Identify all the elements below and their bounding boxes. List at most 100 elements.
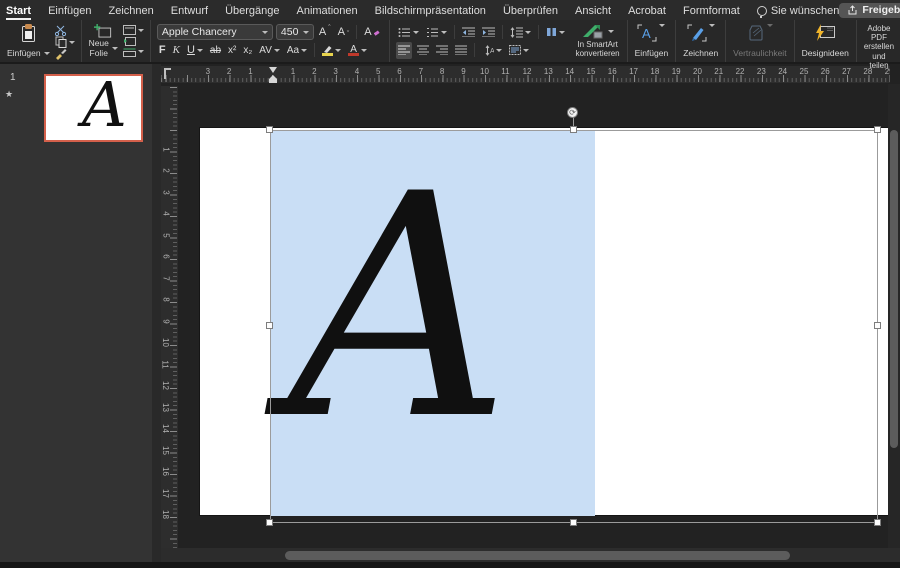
sensitivity-label: Vertraulichkeit: [733, 49, 786, 58]
text-direction-button[interactable]: A: [480, 42, 504, 59]
reset-slide-button[interactable]: [123, 36, 144, 47]
align-right-button[interactable]: [434, 42, 450, 59]
resize-handle-top-center[interactable]: [570, 126, 577, 133]
line-spacing-button[interactable]: [508, 24, 533, 41]
slide-number: 1: [10, 72, 16, 83]
slide-thumbnail[interactable]: A: [44, 74, 143, 142]
reset-slide-icon: [123, 36, 136, 46]
menu-item-formformat[interactable]: Formformat: [683, 2, 740, 19]
resize-handle-bottom-right[interactable]: [874, 519, 881, 526]
h-ruler-number: 25: [800, 67, 809, 76]
menu-item-zeichnen[interactable]: Zeichnen: [109, 2, 154, 19]
left-indent-marker[interactable]: [269, 79, 277, 83]
insert-textbox-button[interactable]: A Einfügen: [632, 22, 672, 60]
horizontal-scrollbar-thumb[interactable]: [285, 551, 790, 560]
share-label: Freigeben: [862, 4, 900, 16]
font-size-combo[interactable]: 450: [276, 24, 314, 40]
menu-item-acrobat[interactable]: Acrobat: [628, 2, 666, 19]
text-highlight-button[interactable]: [320, 42, 343, 59]
menu-item--berg-nge[interactable]: Übergänge: [225, 2, 279, 19]
sensitivity-button[interactable]: Vertraulichkeit: [730, 22, 789, 60]
shrink-font-button[interactable]: Aˇ: [336, 24, 352, 41]
copy-button[interactable]: [55, 36, 75, 48]
superscript-label: x²: [228, 45, 236, 56]
character-spacing-caret-icon: [274, 49, 280, 52]
align-center-icon: [417, 45, 429, 55]
menu-item-start[interactable]: Start: [6, 2, 31, 19]
textbox-selection-border[interactable]: [270, 130, 878, 523]
justify-button[interactable]: [453, 42, 469, 59]
superscript-button[interactable]: x²: [226, 42, 238, 59]
new-slide-button[interactable]: Neue Folie: [86, 22, 121, 60]
paste-button[interactable]: Einfügen: [4, 22, 53, 60]
tab-selector-icon[interactable]: [164, 68, 175, 79]
menu-item-einf-gen[interactable]: Einfügen: [48, 2, 91, 19]
draw-icon: [687, 24, 707, 42]
layout-button[interactable]: [123, 25, 144, 36]
underline-button[interactable]: U: [185, 42, 205, 59]
resize-handle-middle-right[interactable]: [874, 322, 881, 329]
bullets-button[interactable]: [396, 24, 421, 41]
vertical-scrollbar-thumb[interactable]: [890, 130, 898, 448]
resize-handle-bottom-left[interactable]: [266, 519, 273, 526]
menu-item--berpr-fen[interactable]: Überprüfen: [503, 2, 558, 19]
columns-icon: [546, 27, 557, 37]
copy-caret-icon: [69, 41, 75, 44]
slides-group: Neue Folie: [82, 20, 151, 62]
subscript-label: x₂: [243, 45, 252, 56]
format-painter-button[interactable]: [55, 48, 75, 60]
columns-button[interactable]: [544, 24, 567, 41]
h-ruler-number: 3: [206, 67, 210, 76]
change-case-button[interactable]: Aa: [285, 42, 309, 59]
menu-item-label: Formformat: [683, 5, 740, 17]
increase-indent-button[interactable]: [480, 24, 497, 41]
v-ruler-number: 9: [162, 319, 171, 323]
decrease-indent-button[interactable]: [460, 24, 477, 41]
h-ruler-number: 4: [355, 67, 359, 76]
sensitivity-group: Vertraulichkeit: [726, 20, 794, 62]
h-ruler-number: 19: [672, 67, 681, 76]
h-ruler-number: 8: [440, 67, 444, 76]
first-line-indent-marker[interactable]: [269, 67, 277, 73]
design-ideas-button[interactable]: Designideen: [799, 22, 852, 60]
menu-item-sie-w-nschen[interactable]: Sie wünschen: [757, 2, 840, 19]
draw-label: Zeichnen: [683, 49, 718, 58]
section-button[interactable]: [123, 46, 144, 57]
menu-item-animationen[interactable]: Animationen: [297, 2, 358, 19]
font-name-combo[interactable]: Apple Chancery: [157, 24, 273, 40]
panel-divider[interactable]: [152, 64, 161, 562]
draw-button[interactable]: Zeichnen: [680, 22, 721, 60]
menu-item-ansicht[interactable]: Ansicht: [575, 2, 611, 19]
font-color-button[interactable]: A: [346, 42, 369, 59]
align-left-button[interactable]: [396, 42, 412, 59]
subscript-button[interactable]: x₂: [241, 42, 254, 59]
resize-handle-top-right[interactable]: [874, 126, 881, 133]
rotation-handle[interactable]: ⟳: [567, 107, 578, 118]
convert-smartart-button[interactable]: In SmartArt konvertieren: [573, 22, 623, 60]
resize-handle-top-left[interactable]: [266, 126, 273, 133]
design-ideas-group: Designideen: [795, 20, 857, 62]
bold-button[interactable]: F: [157, 42, 168, 59]
adobe-pdf-button[interactable]: Adobe PDF erstellen und teilen: [861, 22, 897, 60]
align-center-button[interactable]: [415, 42, 431, 59]
resize-handle-bottom-center[interactable]: [570, 519, 577, 526]
ribbon: Einfügen: [0, 20, 900, 64]
lightbulb-icon: [757, 6, 767, 16]
share-button[interactable]: Freigeben: [839, 3, 900, 18]
character-spacing-button[interactable]: AV: [257, 42, 282, 59]
italic-button[interactable]: K: [171, 42, 182, 59]
grow-font-button[interactable]: Aˆ: [317, 24, 333, 41]
align-right-icon: [436, 45, 448, 55]
scissors-icon: [55, 25, 67, 36]
menu-item-bildschirmpr-sentation[interactable]: Bildschirmpräsentation: [375, 2, 486, 19]
menu-item-entwurf[interactable]: Entwurf: [171, 2, 208, 19]
insert-caret-icon: [659, 24, 665, 27]
numbering-button[interactable]: [424, 24, 449, 41]
resize-handle-middle-left[interactable]: [266, 322, 273, 329]
align-text-button[interactable]: [507, 42, 531, 59]
h-ruler-number: 6: [397, 67, 401, 76]
clear-formatting-button[interactable]: A: [362, 24, 382, 41]
strikethrough-button[interactable]: ab: [208, 42, 223, 59]
cut-button[interactable]: [55, 25, 75, 36]
line-spacing-icon: [510, 27, 523, 38]
